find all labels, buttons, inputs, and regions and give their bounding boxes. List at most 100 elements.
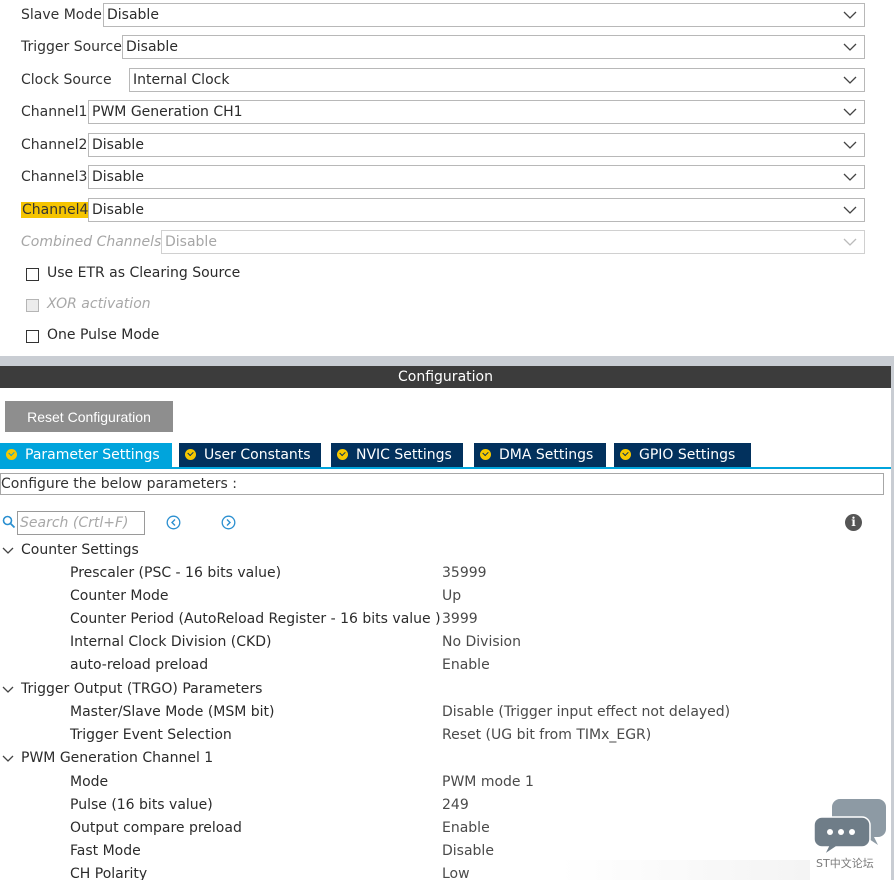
clock-source-select[interactable]: Internal Clock xyxy=(129,68,865,92)
table-row[interactable]: Master/Slave Mode (MSM bit) Disable (Tri… xyxy=(0,702,894,725)
param-value[interactable]: Enable xyxy=(442,657,490,673)
trigger-source-row: Trigger Source Disable xyxy=(0,32,894,64)
chevron-down-icon[interactable] xyxy=(2,753,14,765)
tab-label: Parameter Settings xyxy=(25,447,160,463)
trigger-source-label: Trigger Source xyxy=(21,39,122,55)
param-value[interactable]: Disable xyxy=(442,843,494,859)
trigger-source-value: Disable xyxy=(126,39,178,55)
channel2-select[interactable]: Disable xyxy=(88,133,865,157)
use-etr-label: Use ETR as Clearing Source xyxy=(47,265,241,281)
param-value[interactable]: Reset (UG bit from TIMx_EGR) xyxy=(442,727,651,743)
param-name: Trigger Event Selection xyxy=(70,727,232,743)
channel3-label: Channel3 xyxy=(21,169,88,185)
channel4-value: Disable xyxy=(92,202,144,218)
param-value[interactable]: 35999 xyxy=(442,565,487,581)
chevron-down-icon xyxy=(843,206,857,214)
table-row[interactable]: auto-reload preload Enable xyxy=(0,655,894,678)
param-name: Pulse (16 bits value) xyxy=(70,797,213,813)
chevron-down-icon[interactable] xyxy=(2,684,14,696)
tab-label: NVIC Settings xyxy=(356,447,452,463)
channel3-row: Channel3 Disable xyxy=(0,162,894,194)
table-row[interactable]: Output compare preload Enable xyxy=(0,818,894,841)
xor-activation-checkbox xyxy=(26,299,39,312)
chat-bubble-icon xyxy=(813,799,886,858)
tab-gpio-settings[interactable]: GPIO Settings xyxy=(614,443,751,467)
tab-underline xyxy=(0,467,891,469)
slave-mode-value: Disable xyxy=(107,7,159,23)
channel1-row: Channel1 PWM Generation CH1 xyxy=(0,97,894,129)
combined-channels-label: Combined Channels xyxy=(21,234,162,250)
chevron-down-icon xyxy=(843,238,857,246)
xor-activation-label: XOR activation xyxy=(47,296,151,312)
tab-parameter-settings[interactable]: Parameter Settings xyxy=(0,443,172,467)
clock-source-value: Internal Clock xyxy=(133,72,230,88)
param-value[interactable]: Up xyxy=(442,588,461,604)
check-circle-icon xyxy=(480,449,491,460)
channel4-label: Channel4 xyxy=(21,202,90,218)
slave-mode-row: Slave Mode Disable xyxy=(0,0,894,32)
chevron-down-icon xyxy=(843,108,857,116)
configuration-header: Configuration xyxy=(0,366,891,388)
tab-user-constants[interactable]: User Constants xyxy=(179,443,321,467)
one-pulse-mode-label: One Pulse Mode xyxy=(47,327,160,343)
configure-description: Configure the below parameters : xyxy=(0,473,884,495)
one-pulse-mode-checkbox[interactable] xyxy=(26,330,39,343)
table-row[interactable]: Counter Mode Up xyxy=(0,586,894,609)
channel4-select[interactable]: Disable xyxy=(88,198,865,222)
group-counter-settings[interactable]: Counter Settings xyxy=(0,540,894,563)
table-row[interactable]: Internal Clock Division (CKD) No Divisio… xyxy=(0,632,894,655)
search-previous-icon[interactable] xyxy=(166,515,181,530)
chevron-down-icon xyxy=(843,76,857,84)
combined-channels-select[interactable]: Disable xyxy=(161,230,865,254)
tab-dma-settings[interactable]: DMA Settings xyxy=(474,443,606,467)
search-next-icon[interactable] xyxy=(221,515,236,530)
table-row[interactable]: Prescaler (PSC - 16 bits value) 35999 xyxy=(0,563,894,586)
channel3-select[interactable]: Disable xyxy=(88,165,865,189)
channel2-label: Channel2 xyxy=(21,137,88,153)
channel2-row: Channel2 Disable xyxy=(0,130,894,162)
search-input[interactable] xyxy=(17,511,145,535)
param-name: Output compare preload xyxy=(70,820,242,836)
clock-source-row: Clock Source Internal Clock xyxy=(0,65,894,97)
combined-channels-value: Disable xyxy=(165,234,217,250)
chevron-down-icon xyxy=(843,141,857,149)
param-name: auto-reload preload xyxy=(70,657,209,673)
tab-nvic-settings[interactable]: NVIC Settings xyxy=(331,443,463,467)
param-value[interactable]: 3999 xyxy=(442,611,478,627)
tab-label: GPIO Settings xyxy=(639,447,736,463)
info-icon[interactable]: i xyxy=(845,514,862,531)
use-etr-checkbox[interactable] xyxy=(26,268,39,281)
trigger-source-select[interactable]: Disable xyxy=(122,35,865,59)
chevron-down-icon[interactable] xyxy=(2,545,14,557)
param-value[interactable]: Low xyxy=(442,866,470,880)
table-row[interactable]: Trigger Event Selection Reset (UG bit fr… xyxy=(0,725,894,748)
param-name: Fast Mode xyxy=(70,843,141,859)
check-circle-icon xyxy=(620,449,631,460)
table-row[interactable]: Counter Period (AutoReload Register - 16… xyxy=(0,609,894,632)
panel-splitter[interactable] xyxy=(0,356,894,366)
table-row[interactable]: Pulse (16 bits value) 249 xyxy=(0,795,894,818)
chevron-down-icon xyxy=(843,173,857,181)
param-name: CH Polarity xyxy=(70,866,148,880)
group-pwm-channel-1[interactable]: PWM Generation Channel 1 xyxy=(0,748,894,771)
search-icon xyxy=(2,515,16,529)
group-trigger-output[interactable]: Trigger Output (TRGO) Parameters xyxy=(0,679,894,702)
slave-mode-select[interactable]: Disable xyxy=(103,3,865,27)
param-value[interactable]: No Division xyxy=(442,634,521,650)
reset-configuration-button[interactable]: Reset Configuration xyxy=(5,401,173,432)
param-value[interactable]: Disable (Trigger input effect not delaye… xyxy=(442,704,730,720)
check-circle-icon xyxy=(337,449,348,460)
param-name: Internal Clock Division (CKD) xyxy=(70,634,272,650)
combined-channels-row: Combined Channels Disable xyxy=(0,227,894,259)
table-row[interactable]: Mode PWM mode 1 xyxy=(0,772,894,795)
param-name: Counter Period (AutoReload Register - 16… xyxy=(70,611,441,627)
config-tabs: Parameter Settings User Constants NVIC S… xyxy=(0,443,894,467)
param-value[interactable]: 249 xyxy=(442,797,469,813)
forum-chat-widget[interactable]: ST中文论坛 xyxy=(810,797,890,880)
channel1-select[interactable]: PWM Generation CH1 xyxy=(88,100,865,124)
channel2-value: Disable xyxy=(92,137,144,153)
param-value[interactable]: PWM mode 1 xyxy=(442,774,534,790)
group-label: Trigger Output (TRGO) Parameters xyxy=(21,681,263,697)
group-label: PWM Generation Channel 1 xyxy=(21,750,214,766)
param-value[interactable]: Enable xyxy=(442,820,490,836)
